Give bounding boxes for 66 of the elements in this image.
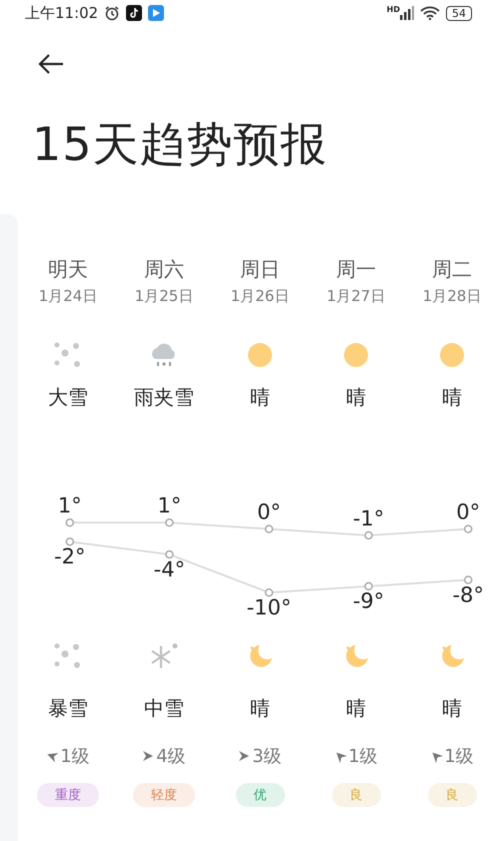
- weather-label: 暴雪: [48, 695, 88, 722]
- temperature-label: 0°: [257, 500, 281, 524]
- weather-label: 晴: [250, 384, 270, 411]
- sun-icon: [439, 342, 465, 368]
- weather-label: 晴: [250, 695, 270, 722]
- day-date: 1月26日: [230, 287, 290, 306]
- app-icon: [148, 5, 164, 21]
- weather-label: 晴: [442, 695, 462, 722]
- wind-direction-icon: [238, 750, 250, 762]
- wind-level: 1级: [348, 745, 378, 768]
- temperature-point: [264, 588, 274, 597]
- weather-label: 晴: [442, 384, 462, 411]
- temperature-label: 1°: [157, 494, 182, 518]
- day-date: 1月27日: [326, 287, 386, 306]
- alarm-icon: [104, 5, 120, 21]
- temperature-point: [464, 576, 472, 584]
- temperature-label: -9°: [352, 589, 384, 614]
- weather-label: 雨夹雪: [134, 384, 194, 411]
- air-quality-badge: 优: [236, 783, 284, 807]
- temperature-point: [464, 524, 472, 534]
- wind-level: 4级: [156, 745, 186, 768]
- signal-icon: [400, 6, 414, 20]
- back-arrow-icon[interactable]: [38, 54, 64, 74]
- status-time: 上午11:02: [25, 4, 98, 22]
- page-title: 15天趋势预报: [32, 116, 329, 173]
- weather-label: 晴: [346, 695, 366, 722]
- day-name: 明天: [48, 256, 88, 283]
- air-quality-badge: 轻度: [133, 783, 195, 807]
- network-label: HD: [386, 5, 400, 14]
- weather-label: 晴: [346, 384, 366, 411]
- day-name: 周六: [144, 256, 184, 283]
- app-icon: [126, 5, 142, 21]
- temperature-label: -1°: [352, 506, 384, 530]
- temperature-label: 0°: [456, 500, 480, 524]
- temperature-point: [165, 550, 174, 559]
- temperature-point: [66, 518, 74, 527]
- temperature-label: -10°: [246, 596, 292, 620]
- temperature-label: 1°: [58, 494, 82, 518]
- wind-level: 1级: [444, 745, 474, 768]
- temperature-point: [264, 524, 274, 534]
- temperature-point: [364, 531, 373, 540]
- wifi-icon: [420, 6, 440, 20]
- wind-level: 1级: [60, 745, 90, 768]
- temperature-point: [66, 537, 74, 546]
- weather-label: 中雪: [144, 695, 184, 722]
- snowflake-icon: [149, 642, 179, 670]
- day-date: 1月24日: [38, 287, 98, 306]
- temperature-point: [364, 582, 373, 590]
- weather-label: 大雪: [48, 384, 88, 411]
- temperature-label: -4°: [154, 557, 186, 582]
- air-quality-badge: 良: [428, 783, 476, 807]
- temperature-label: -2°: [54, 544, 86, 569]
- sun-icon: [247, 342, 273, 368]
- sun-icon: [343, 342, 369, 368]
- day-name: 周一: [336, 256, 376, 283]
- temperature-point: [165, 518, 174, 527]
- temperature-label: -8°: [452, 582, 484, 607]
- wind-direction-icon: [142, 750, 154, 762]
- day-date: 1月25日: [134, 287, 194, 306]
- air-quality-badge: 重度: [37, 783, 99, 807]
- wind-level: 3级: [252, 745, 282, 768]
- day-date: 1月28日: [422, 287, 482, 306]
- battery-indicator: 54: [446, 6, 472, 20]
- day-name: 周日: [240, 256, 280, 283]
- day-name: 周二: [432, 256, 472, 283]
- air-quality-badge: 良: [332, 783, 380, 807]
